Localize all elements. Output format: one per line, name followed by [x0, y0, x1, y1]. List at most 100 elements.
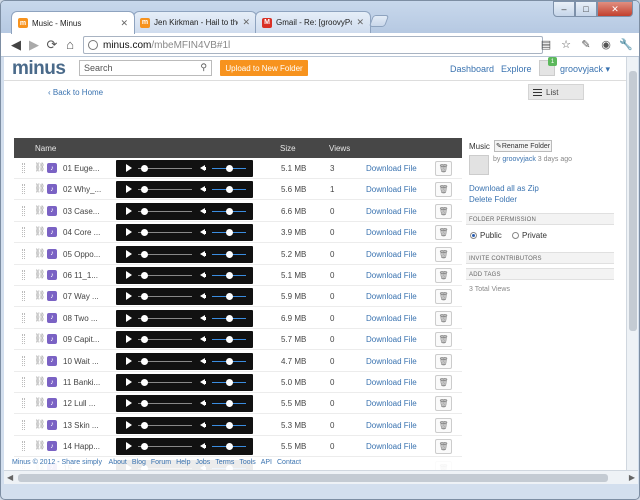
download-file-link[interactable]: Download File: [366, 399, 417, 408]
play-icon[interactable]: [126, 399, 132, 408]
audio-player[interactable]: [116, 160, 253, 177]
play-icon[interactable]: [126, 442, 132, 451]
link-icon[interactable]: ⛓: [34, 269, 45, 280]
volume-icon[interactable]: [200, 229, 206, 236]
volume-icon[interactable]: [200, 207, 206, 214]
link-icon[interactable]: ⛓: [34, 397, 45, 408]
drag-handle-icon[interactable]: [22, 377, 25, 387]
audio-player[interactable]: [116, 352, 253, 370]
audio-player[interactable]: [116, 416, 253, 434]
play-icon[interactable]: [126, 164, 132, 172]
footer-link[interactable]: Jobs: [196, 459, 211, 466]
forward-button[interactable]: ▶: [25, 36, 43, 54]
file-name[interactable]: 11 Banki...: [63, 378, 113, 387]
trash-icon[interactable]: 🗑: [435, 182, 452, 198]
seek-knob[interactable]: [141, 443, 148, 451]
user-menu[interactable]: groovyjack ▾: [560, 64, 610, 75]
tab-jen-kirkman[interactable]: m Jen Kirkman - Hail to the Fre ✕: [133, 11, 257, 33]
link-icon[interactable]: ⛓: [34, 355, 45, 366]
download-file-link[interactable]: Download File: [366, 228, 417, 237]
table-row[interactable]: ⛓ ♪ 14 Happ... 5.5 MB 0 Download File 🗑: [14, 436, 462, 458]
close-icon[interactable]: ✕: [356, 17, 364, 28]
seek-knob[interactable]: [141, 400, 148, 408]
file-name[interactable]: 07 Way ...: [63, 292, 113, 301]
seek-knob[interactable]: [141, 272, 148, 279]
table-row[interactable]: ⛓ ♪ 08 Two ... 6.9 MB 0 Download File 🗑: [14, 308, 462, 329]
trash-icon[interactable]: 🗑: [435, 268, 452, 283]
volume-icon[interactable]: [200, 165, 206, 171]
trash-icon[interactable]: 🗑: [435, 225, 452, 241]
download-file-link[interactable]: Download File: [366, 250, 417, 259]
footer-link[interactable]: Contact: [277, 459, 301, 466]
table-row[interactable]: ⛓ ♪ 10 Wait ... 4.7 MB 0 Download File 🗑: [14, 351, 462, 372]
volume-icon[interactable]: [200, 357, 206, 364]
volume-knob[interactable]: [226, 186, 233, 194]
file-name[interactable]: 01 Euge...: [63, 164, 113, 173]
footer-link[interactable]: Forum: [151, 459, 171, 466]
volume-knob[interactable]: [226, 250, 233, 258]
trash-icon[interactable]: 🗑: [435, 332, 452, 348]
volume-knob[interactable]: [226, 165, 233, 172]
link-icon[interactable]: ⛓: [34, 226, 45, 237]
upload-button[interactable]: Upload to New Folder: [220, 60, 308, 76]
file-name[interactable]: 05 Oppo...: [63, 250, 113, 259]
table-row[interactable]: ⛓ ♪ 03 Case... 6.6 MB 0 Download File 🗑: [14, 201, 462, 222]
translate-icon[interactable]: ▤: [539, 37, 553, 51]
wrench-icon[interactable]: 🔧: [619, 37, 633, 51]
table-row[interactable]: ⛓ ♪ 12 Lull ... 5.5 MB 0 Download File 🗑: [14, 393, 462, 415]
audio-player[interactable]: [116, 245, 253, 263]
pen-icon[interactable]: ✎: [579, 37, 593, 51]
drag-handle-icon[interactable]: [22, 419, 25, 430]
link-icon[interactable]: ⛓: [34, 419, 45, 430]
public-radio[interactable]: Public: [470, 231, 502, 240]
minimize-button[interactable]: –: [553, 1, 575, 17]
link-icon[interactable]: ⛓: [34, 205, 45, 216]
tab-gmail[interactable]: M Gmail - Re: [groovyPost] Pa ✕: [255, 11, 371, 33]
back-button[interactable]: ◀: [7, 36, 25, 54]
volume-icon[interactable]: [200, 272, 206, 278]
table-row[interactable]: ⛓ ♪ 07 Way ... 5.9 MB 0 Download File 🗑: [14, 286, 462, 308]
trash-icon[interactable]: 🗑: [435, 396, 452, 412]
volume-knob[interactable]: [226, 207, 233, 215]
address-bar[interactable]: minus.com/mbeMFIN4VB#1l: [83, 36, 543, 54]
file-name[interactable]: 03 Case...: [63, 207, 113, 216]
audio-player[interactable]: [116, 309, 253, 327]
volume-icon[interactable]: [200, 336, 206, 343]
volume-icon[interactable]: [200, 293, 206, 300]
volume-knob[interactable]: [226, 421, 233, 429]
table-row[interactable]: ⛓ ♪ 06 11_1... 5.1 MB 0 Download File 🗑: [14, 265, 462, 286]
footer-link[interactable]: Terms: [215, 459, 234, 466]
audio-player[interactable]: [116, 181, 253, 199]
download-zip-link[interactable]: Download all as Zip: [469, 184, 539, 193]
volume-knob[interactable]: [226, 336, 233, 344]
play-icon[interactable]: [126, 271, 132, 279]
file-name[interactable]: 13 Skin ...: [63, 421, 113, 430]
file-name[interactable]: 04 Core ...: [63, 228, 113, 237]
link-icon[interactable]: ⛓: [34, 290, 45, 301]
add-tags-header[interactable]: ADD TAGS: [466, 268, 614, 280]
scroll-thumb[interactable]: [18, 474, 608, 482]
drag-handle-icon[interactable]: [22, 291, 25, 302]
volume-knob[interactable]: [226, 379, 233, 386]
invite-contributors-header[interactable]: INVITE CONTRIBUTORS: [466, 252, 614, 264]
drag-handle-icon[interactable]: [22, 334, 25, 345]
drag-handle-icon[interactable]: [22, 312, 25, 323]
close-icon[interactable]: ✕: [242, 17, 250, 28]
file-name[interactable]: 02 Why_...: [63, 185, 113, 194]
drag-handle-icon[interactable]: [22, 227, 25, 238]
volume-knob[interactable]: [226, 229, 233, 237]
home-button[interactable]: ⌂: [61, 36, 79, 54]
drag-handle-icon[interactable]: [22, 398, 25, 409]
explore-link[interactable]: Explore: [501, 64, 532, 74]
seek-knob[interactable]: [141, 250, 148, 258]
download-file-link[interactable]: Download File: [366, 335, 417, 344]
list-view-button[interactable]: List: [528, 84, 584, 100]
download-file-link[interactable]: Download File: [366, 271, 417, 280]
download-file-link[interactable]: Download File: [366, 164, 417, 173]
private-radio[interactable]: Private: [512, 231, 547, 240]
minus-logo[interactable]: minus: [12, 58, 66, 80]
table-row[interactable]: ⛓ ♪ 04 Core ... 3.9 MB 0 Download File 🗑: [14, 222, 462, 244]
volume-icon[interactable]: [200, 250, 206, 257]
notification-badge[interactable]: 1: [548, 57, 557, 66]
table-row[interactable]: ⛓ ♪ 11 Banki... 5.0 MB 0 Download File 🗑: [14, 372, 462, 393]
